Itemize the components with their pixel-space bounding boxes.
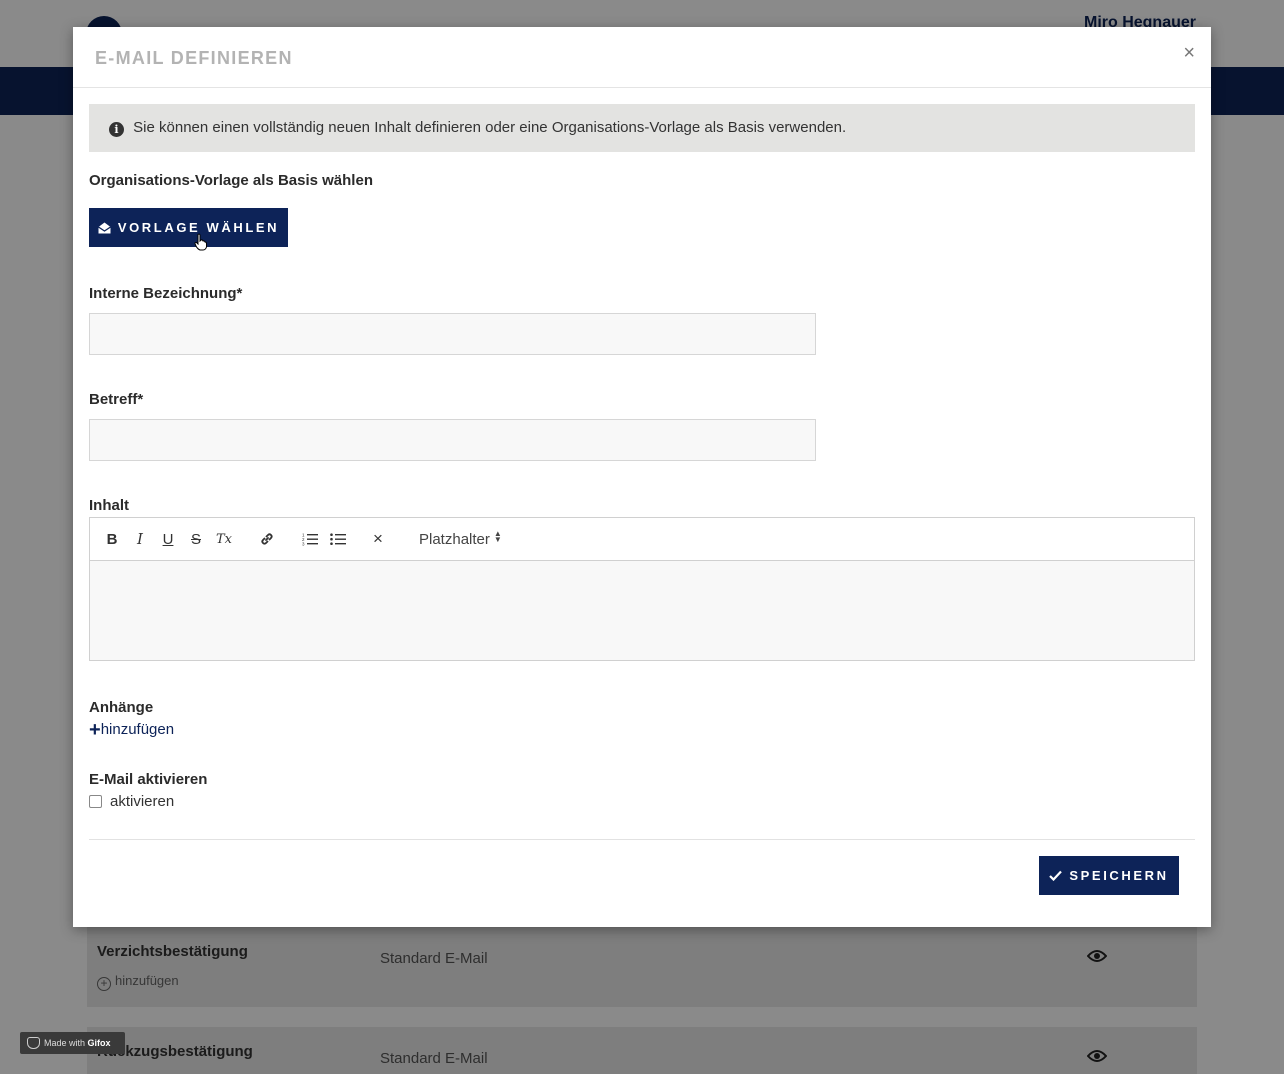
gifox-logo-icon: [27, 1037, 40, 1049]
underline-icon[interactable]: U: [158, 529, 178, 549]
activate-checkbox-row[interactable]: aktivieren: [89, 793, 174, 810]
hand-cursor-icon: [194, 233, 207, 251]
bullet-list-icon[interactable]: [328, 529, 348, 549]
internal-name-label: Interne Bezeichnung*: [89, 285, 243, 302]
modal-title: E-MAIL DEFINIEREN: [95, 48, 293, 68]
watermark-prefix: Made with: [44, 1038, 86, 1048]
ordered-list-icon[interactable]: 123: [300, 529, 320, 549]
gifox-watermark: Made with Gifox: [20, 1032, 125, 1054]
watermark-brand: Gifox: [87, 1038, 111, 1048]
plus-icon: +: [89, 719, 101, 741]
choose-template-button[interactable]: VORLAGE WÄHLEN: [89, 208, 288, 247]
check-icon: [1049, 870, 1063, 881]
add-attachment-label: hinzufügen: [100, 721, 175, 738]
remove-icon[interactable]: ×: [368, 529, 388, 549]
email-define-modal: E-MAIL DEFINIEREN × i Sie können einen v…: [73, 27, 1211, 927]
close-icon[interactable]: ×: [1183, 43, 1195, 63]
activate-checkbox[interactable]: [89, 795, 102, 808]
modal-header: E-MAIL DEFINIEREN ×: [73, 27, 1211, 88]
activate-checkbox-label[interactable]: aktivieren: [110, 793, 174, 810]
clear-format-icon[interactable]: Tx: [214, 529, 234, 549]
save-button[interactable]: SPEICHERN: [1039, 856, 1179, 895]
subject-input[interactable]: [89, 419, 816, 461]
sort-arrows-icon: ▲ ▼: [493, 529, 502, 544]
content-label: Inhalt: [89, 497, 129, 514]
editor-toolbar: B I U S Tx 123 × Platzhalter ▲ ▼: [90, 518, 1194, 561]
save-label: SPEICHERN: [1069, 868, 1169, 883]
footer-divider: [89, 839, 1195, 840]
add-attachment-link[interactable]: +hinzufügen: [89, 719, 175, 741]
strikethrough-icon[interactable]: S: [186, 529, 206, 549]
info-text: Sie können einen vollständig neuen Inhal…: [133, 119, 847, 136]
envelope-open-icon: [97, 222, 111, 233]
placeholder-select-label: Platzhalter: [419, 531, 490, 548]
activate-label: E-Mail aktivieren: [89, 771, 208, 788]
link-icon[interactable]: [257, 529, 277, 549]
info-icon: i: [109, 122, 124, 137]
placeholder-select[interactable]: Platzhalter ▲ ▼: [419, 529, 502, 549]
internal-name-input[interactable]: [89, 313, 816, 355]
info-alert: i Sie können einen vollständig neuen Inh…: [89, 104, 1195, 152]
attachments-label: Anhänge: [89, 699, 154, 716]
rich-text-editor: B I U S Tx 123 × Platzhalter ▲ ▼: [89, 517, 1195, 661]
svg-text:3: 3: [302, 542, 305, 547]
bold-icon[interactable]: B: [102, 529, 122, 549]
subject-label: Betreff*: [89, 391, 144, 408]
editor-body[interactable]: [90, 561, 1194, 660]
template-label: Organisations-Vorlage als Basis wählen: [89, 172, 373, 189]
italic-icon[interactable]: I: [130, 529, 150, 549]
